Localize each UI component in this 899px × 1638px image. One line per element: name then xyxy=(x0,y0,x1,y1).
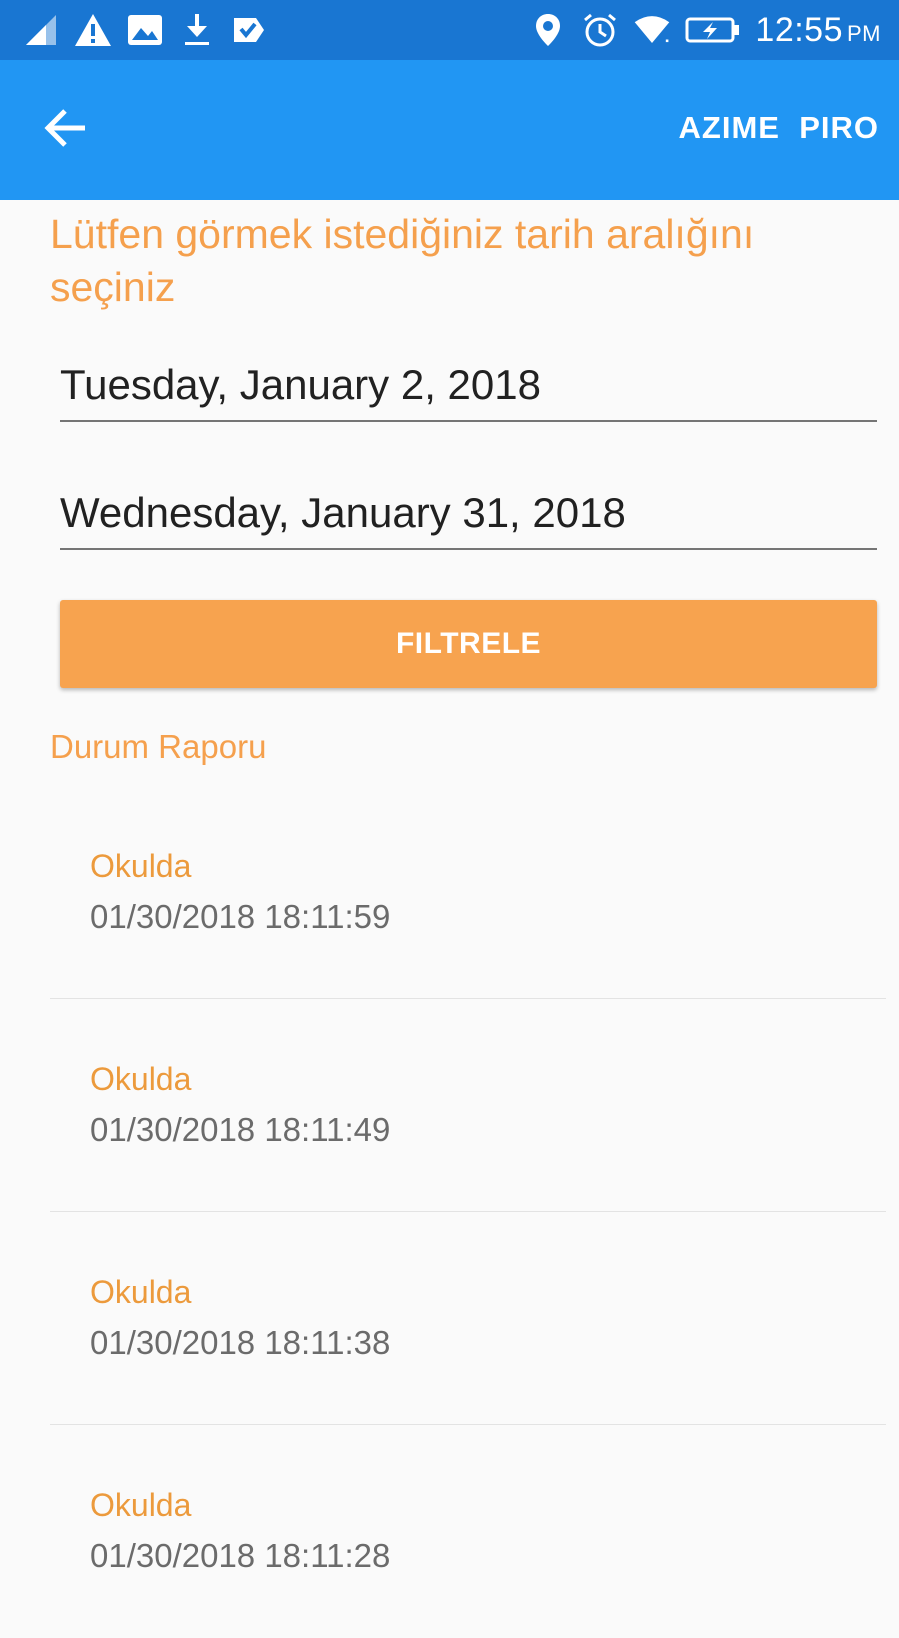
status-bar: 12:55 PM xyxy=(0,0,899,60)
status-time-value: 12:55 xyxy=(755,10,843,49)
status-bar-right: 12:55 PM xyxy=(529,8,881,52)
report-status: Okulda xyxy=(90,1274,192,1310)
status-time: 12:55 PM xyxy=(755,11,881,50)
location-icon xyxy=(529,11,567,49)
report-timestamp: 01/30/2018 18:11:38 xyxy=(90,1324,391,1361)
status-time-ampm: PM xyxy=(847,20,881,46)
wifi-icon xyxy=(633,11,671,49)
end-date-field[interactable]: Wednesday, January 31, 2018 xyxy=(60,478,877,550)
report-timestamp: 01/30/2018 18:11:28 xyxy=(90,1537,391,1574)
battery-charging-icon xyxy=(685,11,741,49)
status-bar-left xyxy=(22,8,268,52)
signal-icon xyxy=(22,11,60,49)
list-item[interactable]: Okulda 01/30/2018 18:11:59 xyxy=(50,786,886,999)
alarm-icon xyxy=(581,11,619,49)
warning-icon xyxy=(74,11,112,49)
image-icon xyxy=(126,11,164,49)
back-button[interactable] xyxy=(40,105,90,155)
report-status: Okulda xyxy=(90,1061,192,1097)
download-icon xyxy=(178,11,216,49)
filter-button[interactable]: FILTRELE xyxy=(60,600,877,688)
report-section-title: Durum Raporu xyxy=(50,728,267,765)
report-list: Okulda 01/30/2018 18:11:59 Okulda 01/30/… xyxy=(50,786,886,1638)
back-arrow-icon xyxy=(43,108,87,153)
list-item[interactable]: Okulda 01/30/2018 18:11:49 xyxy=(50,999,886,1212)
list-item[interactable]: Okulda 01/30/2018 18:11:38 xyxy=(50,1212,886,1425)
user-name: AZIME PIRO xyxy=(678,110,879,145)
report-timestamp: 01/30/2018 18:11:59 xyxy=(90,898,391,935)
list-item[interactable]: Okulda 01/30/2018 18:11:28 xyxy=(50,1425,886,1638)
report-timestamp: 01/30/2018 18:11:49 xyxy=(90,1111,391,1148)
app-bar: AZIME PIRO xyxy=(0,60,899,200)
start-date-field[interactable]: Tuesday, January 2, 2018 xyxy=(60,350,877,422)
date-range-prompt: Lütfen görmek istediğiniz tarih aralığın… xyxy=(50,211,755,310)
task-check-icon xyxy=(230,11,268,49)
report-status: Okulda xyxy=(90,848,192,884)
report-status: Okulda xyxy=(90,1487,192,1523)
